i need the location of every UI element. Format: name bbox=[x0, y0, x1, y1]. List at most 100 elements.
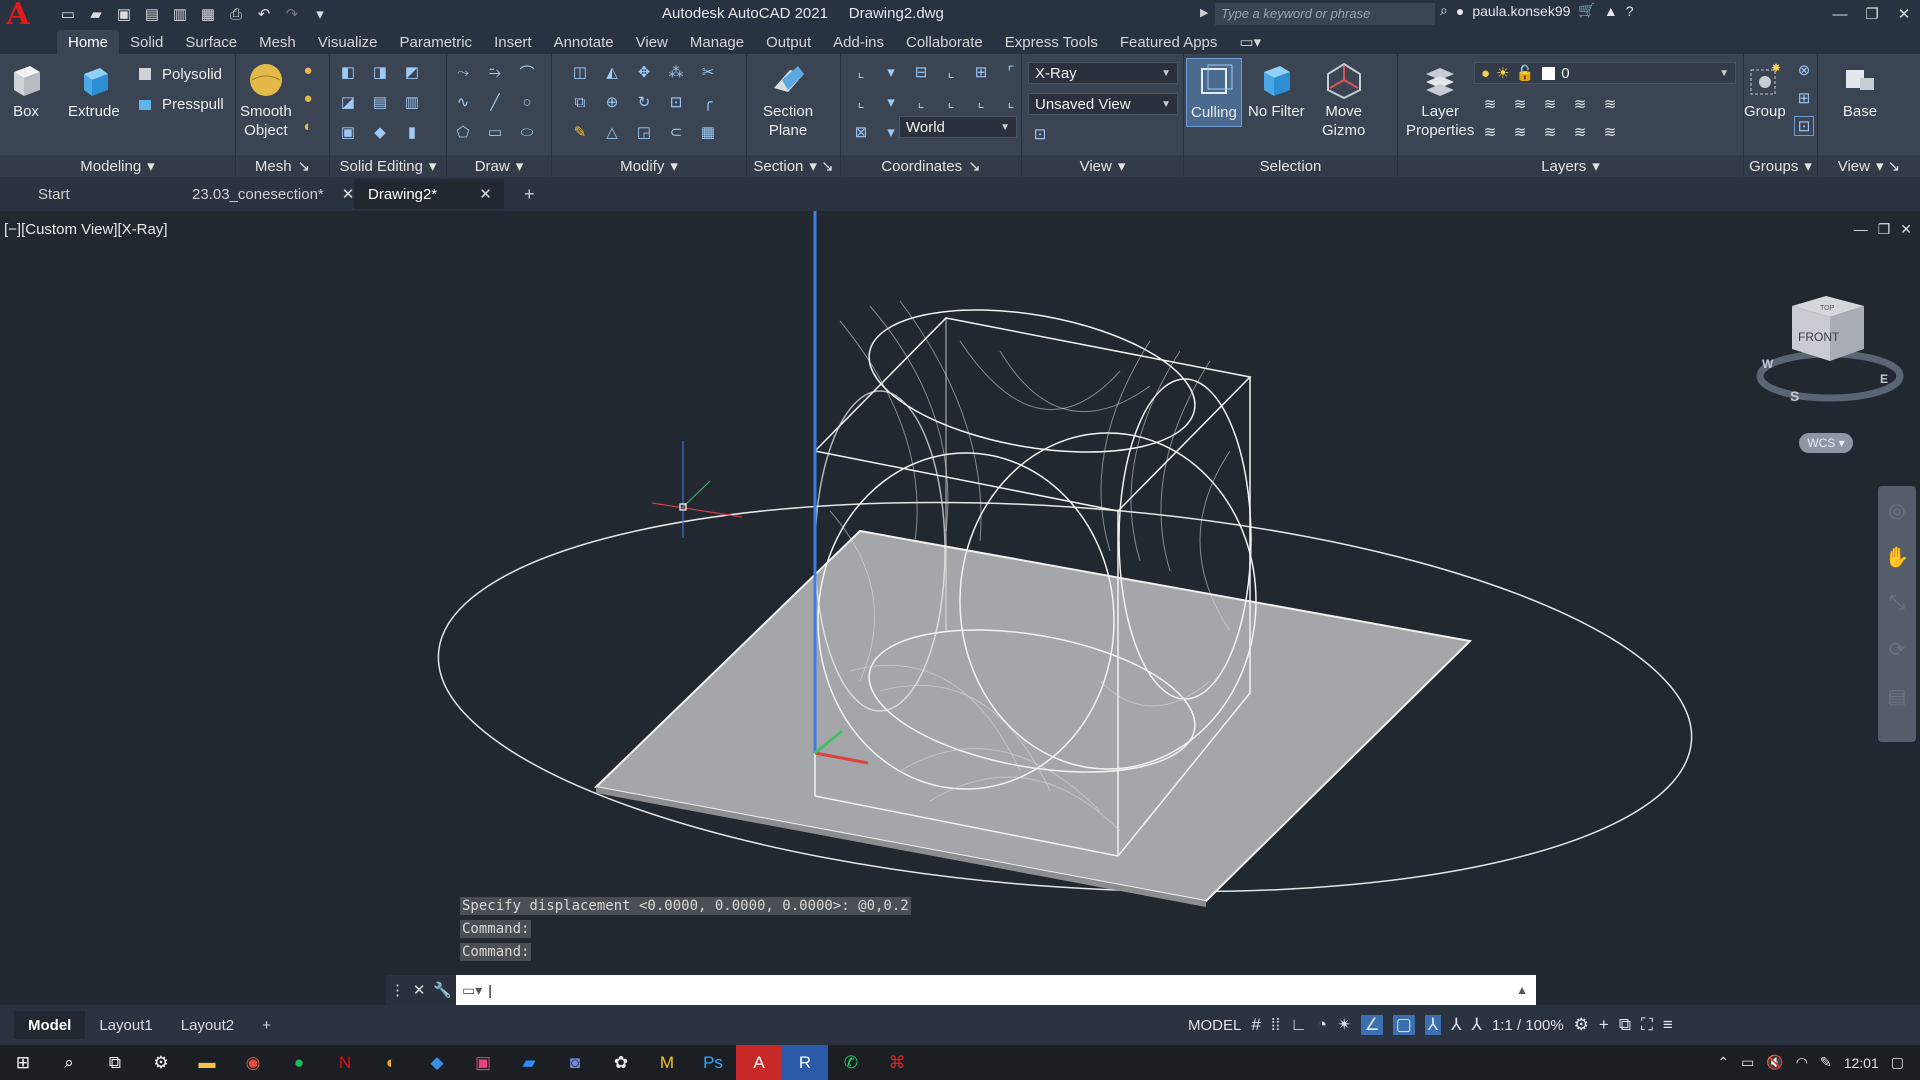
showmotion-icon[interactable]: ▤ bbox=[1888, 684, 1907, 709]
drawing-viewport[interactable]: FRONT TOP W E S [−][Custom View][X-Ray] … bbox=[0, 211, 1920, 1011]
union-icon[interactable]: ◧ bbox=[338, 62, 358, 82]
ungroup-icon[interactable]: ⊗ bbox=[1794, 60, 1814, 80]
array-icon[interactable]: ▦ bbox=[698, 122, 718, 142]
viewport-restore-icon[interactable]: ❐ bbox=[1878, 221, 1891, 238]
arc-icon[interactable]: ⌒ bbox=[517, 62, 537, 82]
annotation-scale-value[interactable]: 1:1 / 100% bbox=[1492, 1017, 1564, 1034]
polyline-icon[interactable]: ⤳ bbox=[453, 62, 473, 82]
panel-title-mesh[interactable]: Mesh ↘ bbox=[236, 155, 329, 177]
help-icon[interactable]: ? bbox=[1626, 3, 1634, 19]
box-button[interactable]: Box bbox=[6, 60, 46, 121]
isolate-objects-icon[interactable]: ⧉ bbox=[1619, 1015, 1631, 1035]
open-file-icon[interactable]: ▰ bbox=[84, 3, 108, 25]
share-icon[interactable]: ▦ bbox=[196, 3, 220, 25]
ribbon-tab-output[interactable]: Output bbox=[755, 30, 822, 54]
ribbon-tab-collaborate[interactable]: Collaborate bbox=[895, 30, 994, 54]
browser-icon[interactable]: ◐ bbox=[368, 1045, 414, 1080]
3d-rotate-icon[interactable]: ⊕ bbox=[602, 92, 622, 112]
3d-align-icon[interactable]: ◭ bbox=[602, 62, 622, 82]
colorwheel-app-icon[interactable]: ✿ bbox=[598, 1045, 644, 1080]
user-name[interactable]: paula.konsek99 bbox=[1472, 3, 1570, 19]
mesh-smooth-less-icon[interactable]: ● bbox=[298, 88, 318, 108]
offset-icon[interactable]: ⧉ bbox=[570, 92, 590, 112]
notification-icon[interactable]: ▢ bbox=[1891, 1054, 1904, 1071]
panel-title-modify[interactable]: Modify ▾ bbox=[552, 155, 746, 177]
panel-title-view[interactable]: View ▾ bbox=[1022, 155, 1183, 177]
web-save-icon[interactable]: ▥ bbox=[168, 3, 192, 25]
smooth-object-button[interactable]: Smooth Object bbox=[240, 60, 292, 140]
pan-icon[interactable]: ✋ bbox=[1885, 545, 1910, 570]
panel-title-selection[interactable]: Selection bbox=[1184, 155, 1397, 177]
netflix-icon[interactable]: N bbox=[322, 1045, 368, 1080]
steering-wheel-icon[interactable]: ◎ bbox=[1888, 498, 1905, 523]
customize-wrench-icon[interactable]: 🔧 bbox=[433, 981, 452, 999]
rotate-icon[interactable]: ↻ bbox=[634, 92, 654, 112]
doc-tab-start[interactable]: Start bbox=[0, 179, 182, 209]
ribbon-tab-view[interactable]: View bbox=[625, 30, 679, 54]
layout-tab-model[interactable]: Model bbox=[14, 1011, 86, 1039]
layer-properties-button[interactable]: Layer Properties bbox=[1406, 60, 1474, 140]
minimize-icon[interactable]: — bbox=[1824, 0, 1856, 28]
command-expand-icon[interactable]: ▲ bbox=[1516, 983, 1528, 997]
volume-icon[interactable]: 🔇 bbox=[1766, 1054, 1783, 1071]
scale-icon[interactable]: ⊡ bbox=[666, 92, 686, 112]
ucs-face-icon[interactable]: ⌞ bbox=[851, 92, 871, 112]
ortho-icon[interactable]: ∟ bbox=[1290, 1015, 1307, 1035]
ribbon-tab-express-tools[interactable]: Express Tools bbox=[994, 30, 1109, 54]
ucs-select[interactable]: World ▼ bbox=[899, 116, 1017, 138]
3d-scale-icon[interactable]: △ bbox=[602, 122, 622, 142]
drawing-canvas[interactable]: FRONT TOP W E S bbox=[0, 211, 1920, 1011]
3d-array-icon[interactable]: ⁂ bbox=[666, 62, 686, 82]
user-icon[interactable]: ● bbox=[1456, 3, 1464, 19]
plus-icon[interactable]: + bbox=[1599, 1015, 1609, 1035]
autocad-logo-icon[interactable]: A bbox=[0, 0, 36, 32]
ribbon-tab-manage[interactable]: Manage bbox=[679, 30, 755, 54]
polygon-icon[interactable]: ⬠ bbox=[453, 122, 473, 142]
trim-icon[interactable]: ✂ bbox=[698, 62, 718, 82]
model-space-button[interactable]: MODEL bbox=[1188, 1017, 1241, 1034]
panel-title-layers[interactable]: Layers ▾ bbox=[1398, 155, 1743, 177]
autodesk-app-icon[interactable]: ▲ bbox=[1604, 3, 1618, 19]
separate-icon[interactable]: ▮ bbox=[402, 122, 422, 142]
autocad-taskbar-icon[interactable]: A bbox=[736, 1045, 782, 1080]
panel-title-modeling[interactable]: Modeling ▾ bbox=[0, 155, 235, 177]
viewcube[interactable]: FRONT TOP W E S bbox=[1756, 296, 1904, 404]
layer-off-icon[interactable]: ≋ bbox=[1480, 94, 1500, 114]
layer-freeze-icon[interactable]: ≋ bbox=[1540, 94, 1560, 114]
ribbon-minimize-toggle[interactable]: ▭▾ bbox=[1228, 30, 1272, 54]
ucs-dropdown-icon[interactable]: ▾ bbox=[881, 62, 901, 82]
tray-chevron-icon[interactable]: ⌃ bbox=[1717, 1054, 1729, 1071]
move-icon[interactable]: ✥ bbox=[634, 62, 654, 82]
interfere-icon[interactable]: ◪ bbox=[338, 92, 358, 112]
command-close-icon[interactable]: ✕ bbox=[413, 981, 426, 999]
imprint-icon[interactable]: ▣ bbox=[338, 122, 358, 142]
task-view-icon[interactable]: ⧉ bbox=[92, 1045, 138, 1080]
new-file-icon[interactable]: ▭ bbox=[56, 3, 80, 25]
recent-commands-icon[interactable]: ▭▾ bbox=[462, 982, 482, 999]
ribbon-tab-featured-apps[interactable]: Featured Apps bbox=[1109, 30, 1229, 54]
ucs-x-icon[interactable]: ⌞ bbox=[941, 62, 961, 82]
miro-icon[interactable]: M bbox=[644, 1045, 690, 1080]
panel-title-section[interactable]: Section ▾ ↘ bbox=[747, 155, 840, 177]
snap-icon[interactable]: ⁞⁞ bbox=[1271, 1015, 1280, 1035]
panel-title-coordinates[interactable]: Coordinates ↘ bbox=[841, 155, 1021, 177]
layer-isolate-icon[interactable]: ≋ bbox=[1510, 94, 1530, 114]
ribbon-tab-visualize[interactable]: Visualize bbox=[307, 30, 389, 54]
workspace-icon[interactable]: ▾ bbox=[308, 3, 332, 25]
whatsapp-icon[interactable]: ✆ bbox=[828, 1045, 874, 1080]
thicken-icon[interactable]: ▤ bbox=[370, 92, 390, 112]
close-tab-icon[interactable]: ✕ bbox=[342, 185, 355, 203]
mesh-smooth-more-icon[interactable]: ● bbox=[298, 60, 318, 80]
restore-icon[interactable]: ❐ bbox=[1856, 0, 1888, 28]
spline-icon[interactable]: ∿ bbox=[453, 92, 473, 112]
ucs-named-icon[interactable]: ⊟ bbox=[911, 62, 931, 82]
grid-icon[interactable]: # bbox=[1251, 1015, 1260, 1035]
ribbon-tab-add-ins[interactable]: Add-ins bbox=[822, 30, 895, 54]
no-filter-button[interactable]: No Filter bbox=[1248, 60, 1305, 121]
zoom-app-icon[interactable]: ▰ bbox=[506, 1045, 552, 1080]
ribbon-tab-home[interactable]: Home bbox=[57, 30, 120, 54]
group-edit-icon[interactable]: ⊞ bbox=[1794, 88, 1814, 108]
layer-thaw-all-icon[interactable]: ≋ bbox=[1540, 122, 1560, 142]
viewport-close-icon[interactable]: ✕ bbox=[1900, 221, 1912, 238]
layer-unlock-all-icon[interactable]: ≋ bbox=[1570, 122, 1590, 142]
